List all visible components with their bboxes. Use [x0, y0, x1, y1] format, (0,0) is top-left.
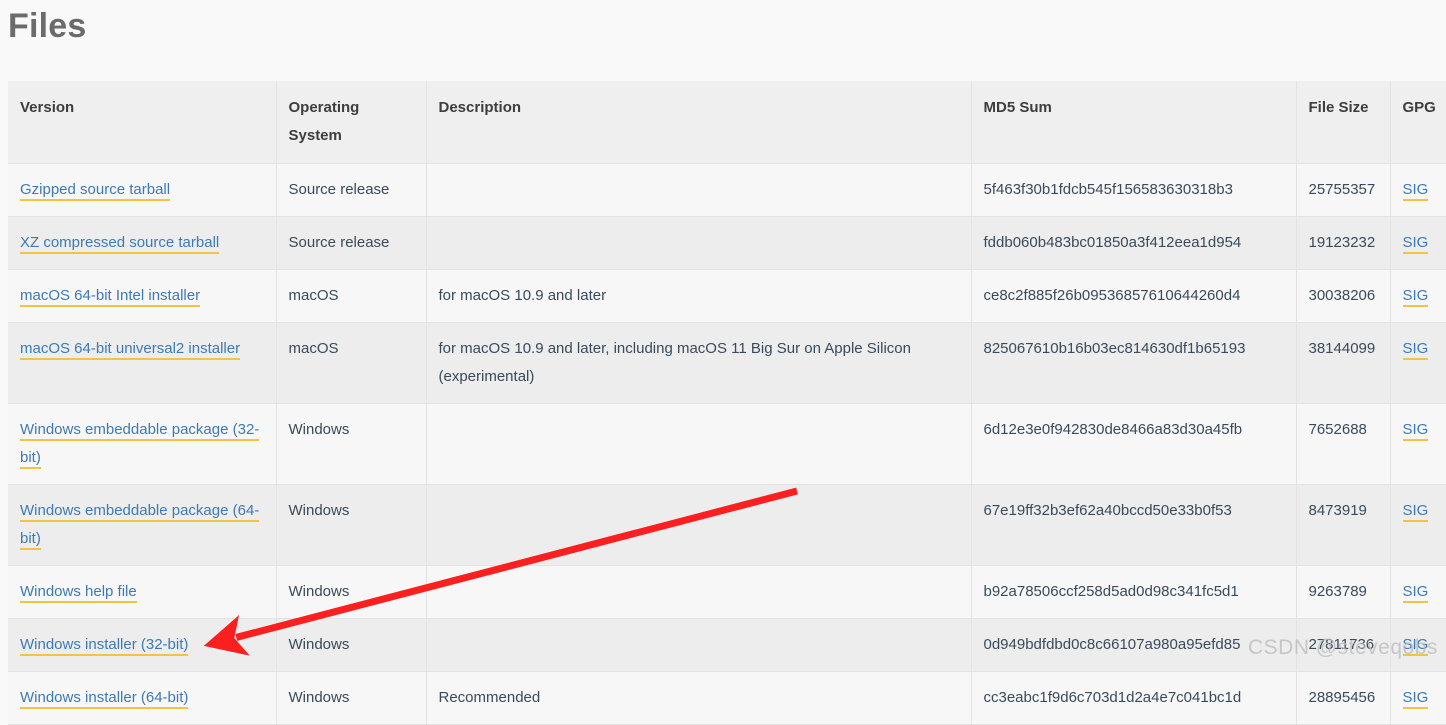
cell-version: macOS 64-bit Intel installer	[8, 269, 277, 323]
table-header-row: Version Operating System Description MD5…	[8, 81, 1446, 164]
cell-file-size: 19123232	[1296, 216, 1391, 270]
cell-version: Windows installer (32-bit)	[8, 618, 277, 672]
gpg-sig-link[interactable]: SIG	[1402, 502, 1429, 522]
column-header-filesize[interactable]: File Size	[1296, 81, 1391, 164]
cell-operating-system: Windows	[276, 484, 427, 566]
cell-description: for macOS 10.9 and later, including macO…	[426, 322, 972, 404]
cell-md5-sum: cc3eabc1f9d6c703d1d2a4e7c041bc1d	[971, 671, 1297, 725]
cell-file-size: 9263789	[1296, 565, 1391, 619]
table-row: macOS 64-bit Intel installer macOS for mac…	[8, 269, 1446, 323]
cell-gpg: SIG	[1390, 322, 1446, 404]
column-header-gpg[interactable]: GPG	[1390, 81, 1446, 164]
cell-version: macOS 64-bit universal2 installer	[8, 322, 277, 404]
column-header-md5[interactable]: MD5 Sum	[971, 81, 1297, 164]
cell-operating-system: macOS	[276, 322, 427, 404]
column-header-version[interactable]: Version	[8, 81, 277, 164]
cell-file-size: 7652688	[1296, 403, 1391, 485]
gpg-sig-link[interactable]: SIG	[1402, 583, 1429, 603]
gpg-sig-link[interactable]: SIG	[1402, 181, 1429, 201]
version-download-link[interactable]: Gzipped source tarball	[20, 181, 171, 201]
version-download-link[interactable]: macOS 64-bit Intel installer	[20, 287, 201, 307]
column-header-os[interactable]: Operating System	[276, 81, 427, 164]
version-download-link[interactable]: macOS 64-bit universal2 installer	[20, 340, 241, 360]
table-row: Windows embeddable package (64-bit) Windo…	[8, 484, 1446, 566]
cell-description: Recommended	[426, 671, 972, 725]
cell-operating-system: Source release	[276, 163, 427, 217]
version-download-link[interactable]: Windows installer (64-bit)	[20, 689, 189, 709]
cell-file-size: 25755357	[1296, 163, 1391, 217]
cell-gpg: SIG	[1390, 216, 1446, 270]
cell-operating-system: macOS	[276, 269, 427, 323]
table-row: Windows help file Windows b92a78506ccf258d…	[8, 565, 1446, 619]
cell-md5-sum: 67e19ff32b3ef62a40bccd50e33b0f53	[971, 484, 1297, 566]
version-download-link[interactable]: Windows installer (32-bit)	[20, 636, 189, 656]
version-download-link[interactable]: Windows embeddable package (32-bit)	[20, 421, 260, 469]
version-download-link[interactable]: Windows help file	[20, 583, 137, 603]
gpg-sig-link[interactable]: SIG	[1402, 689, 1429, 709]
cell-version: Windows help file	[8, 565, 277, 619]
cell-gpg: SIG	[1390, 671, 1446, 725]
cell-version: XZ compressed source tarball	[8, 216, 277, 270]
cell-operating-system: Windows	[276, 403, 427, 485]
cell-md5-sum: ce8c2f885f26b09536857610644260d4	[971, 269, 1297, 323]
cell-gpg: SIG	[1390, 269, 1446, 323]
cell-file-size: 30038206	[1296, 269, 1391, 323]
cell-version: Windows embeddable package (32-bit)	[8, 403, 277, 485]
files-table-container: Version Operating System Description MD5…	[8, 81, 1446, 725]
files-table-header: Version Operating System Description MD5…	[8, 81, 1446, 164]
cell-gpg: SIG	[1390, 403, 1446, 485]
cell-operating-system: Windows	[276, 565, 427, 619]
cell-description	[426, 216, 972, 270]
cell-gpg: SIG	[1390, 484, 1446, 566]
cell-gpg: SIG	[1390, 565, 1446, 619]
files-table: Version Operating System Description MD5…	[8, 81, 1446, 725]
gpg-sig-link[interactable]: SIG	[1402, 421, 1429, 441]
cell-md5-sum: 6d12e3e0f942830de8466a83d30a45fb	[971, 403, 1297, 485]
cell-md5-sum: 5f463f30b1fdcb545f156583630318b3	[971, 163, 1297, 217]
version-download-link[interactable]: Windows embeddable package (64-bit)	[20, 502, 260, 550]
cell-version: Windows installer (64-bit)	[8, 671, 277, 725]
version-download-link[interactable]: XZ compressed source tarball	[20, 234, 220, 254]
cell-version: Windows embeddable package (64-bit)	[8, 484, 277, 566]
table-row: Windows installer (32-bit) Windows 0d949bd…	[8, 618, 1446, 672]
table-row: macOS 64-bit universal2 installer macOS fo…	[8, 322, 1446, 404]
cell-description	[426, 163, 972, 217]
cell-operating-system: Windows	[276, 671, 427, 725]
cell-description	[426, 618, 972, 672]
cell-description	[426, 484, 972, 566]
cell-gpg: SIG	[1390, 163, 1446, 217]
cell-file-size: 28895456	[1296, 671, 1391, 725]
cell-file-size: 8473919	[1296, 484, 1391, 566]
gpg-sig-link[interactable]: SIG	[1402, 287, 1429, 307]
cell-description: for macOS 10.9 and later	[426, 269, 972, 323]
column-header-description[interactable]: Description	[426, 81, 972, 164]
gpg-sig-link[interactable]: SIG	[1402, 340, 1429, 360]
table-row: Windows embeddable package (32-bit) Windo…	[8, 403, 1446, 485]
table-row: Gzipped source tarball Source release 5f46…	[8, 163, 1446, 217]
cell-md5-sum: b92a78506ccf258d5ad0d98c341fc5d1	[971, 565, 1297, 619]
table-row: XZ compressed source tarball Source relea…	[8, 216, 1446, 270]
files-table-body: Gzipped source tarball Source release 5f46…	[8, 163, 1446, 725]
cell-operating-system: Windows	[276, 618, 427, 672]
cell-operating-system: Source release	[276, 216, 427, 270]
page-title: Files	[8, 7, 87, 45]
cell-description	[426, 403, 972, 485]
table-row: Windows installer (64-bit) Windows Recomme…	[8, 671, 1446, 725]
cell-version: Gzipped source tarball	[8, 163, 277, 217]
gpg-sig-link[interactable]: SIG	[1402, 234, 1429, 254]
cell-md5-sum: fddb060b483bc01850a3f412eea1d954	[971, 216, 1297, 270]
watermark: CSDN @steveqobs	[1248, 636, 1438, 659]
cell-file-size: 38144099	[1296, 322, 1391, 404]
cell-md5-sum: 825067610b16b03ec814630df1b65193	[971, 322, 1297, 404]
cell-description	[426, 565, 972, 619]
